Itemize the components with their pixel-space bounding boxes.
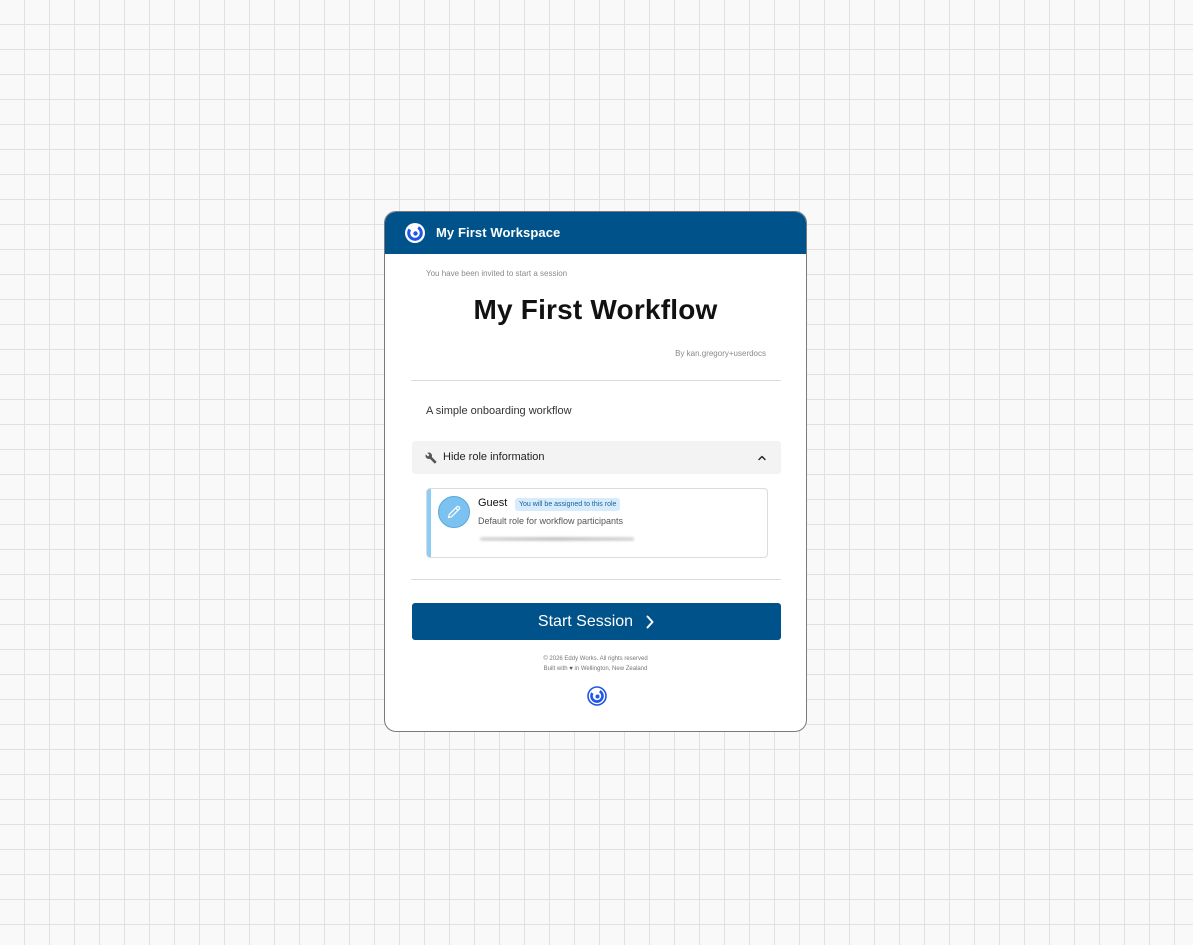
chevron-up-icon: [758, 455, 766, 461]
logo-icon: [405, 223, 425, 243]
heart-icon: ♥: [569, 666, 573, 672]
workflow-author: By kan.gregory+userdocs: [675, 349, 766, 358]
role-info-toggle[interactable]: Hide role information: [412, 441, 781, 474]
role-toggle-label: Hide role information: [443, 451, 545, 463]
divider: [411, 380, 781, 381]
invite-message: You have been invited to start a session: [426, 269, 568, 278]
footer-text: © 2026 Eddy Works. All rights reserved B…: [385, 654, 806, 674]
role-avatar: [438, 496, 470, 528]
start-session-label: Start Session: [537, 612, 634, 630]
wrench-icon: [425, 452, 437, 464]
footer-logo-icon: [587, 686, 607, 706]
card-header: My First Workspace: [385, 212, 806, 254]
role-name: Guest: [478, 497, 508, 509]
pencil-icon: [447, 505, 461, 519]
chevron-right-icon: [646, 615, 654, 628]
built-prefix: Built with: [543, 666, 568, 672]
copyright-text: © 2026 Eddy Works. All rights reserved: [543, 656, 648, 662]
start-session-button[interactable]: Start Session: [412, 603, 781, 640]
workflow-title: My First Workflow: [473, 294, 718, 325]
built-suffix: in Wellington, New Zealand: [574, 666, 648, 672]
role-placeholder-blur: [480, 537, 634, 541]
role-accent-bar: [427, 489, 431, 557]
role-description: Default role for workflow participants: [478, 516, 624, 526]
workflow-description: A simple onboarding workflow: [426, 405, 572, 417]
workspace-name: My First Workspace: [436, 225, 561, 240]
divider: [411, 579, 781, 580]
role-card: Guest You will be assigned to this role …: [426, 488, 768, 558]
built-with-text: Built with ♥ in Wellington, New Zealand: [385, 664, 806, 674]
role-assigned-badge: You will be assigned to this role: [515, 498, 621, 511]
invite-card: My First Workspace You have been invited…: [384, 211, 807, 732]
